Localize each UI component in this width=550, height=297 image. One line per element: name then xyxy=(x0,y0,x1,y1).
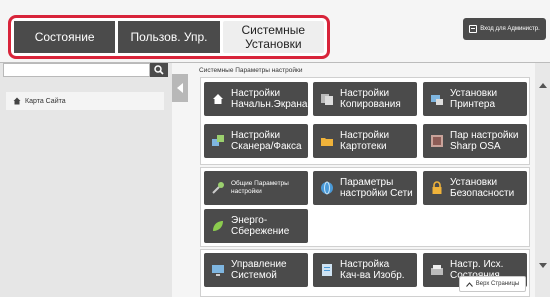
sharp-osa-settings-button[interactable]: Пар настройки Sharp OSA xyxy=(423,124,527,158)
home-icon xyxy=(13,97,21,105)
tab-status[interactable]: Состояние xyxy=(14,21,116,53)
printer-icon xyxy=(431,95,443,105)
printer-settings-label: Установки Принтера xyxy=(450,88,498,110)
document-filing-settings-button[interactable]: Настройки Картотеки xyxy=(313,124,417,158)
settings-group-functions: Настройки Начальн.Экрана Настройки Копир… xyxy=(200,77,530,165)
energy-saving-button[interactable]: Энерго- Сбережение xyxy=(204,209,308,243)
reset-icon xyxy=(431,265,443,275)
tab-system-settings[interactable]: Системные Установки xyxy=(222,21,324,53)
chevron-up-icon xyxy=(465,281,473,287)
tools-icon xyxy=(212,182,224,194)
main-tab-bar: Состояние Пользов. Упр. Системные Устано… xyxy=(8,15,330,59)
vertical-scrollbar[interactable] xyxy=(535,63,550,297)
scroll-up-icon[interactable] xyxy=(539,83,547,88)
printer-settings-button[interactable]: Установки Принтера xyxy=(423,82,527,116)
energy-saving-label: Энерго- Сбережение xyxy=(231,215,290,237)
settings-group-general: Общие Параметры настройки Параметры наст… xyxy=(200,167,530,247)
sidebar-item-sitemap[interactable]: Карта Сайта xyxy=(6,92,164,110)
copy-settings-label: Настройки Копирования xyxy=(340,88,401,110)
security-settings-button[interactable]: Установки Безопасности xyxy=(423,171,527,205)
tab-user-control[interactable]: Пользов. Упр. xyxy=(118,21,220,53)
security-settings-label: Установки Безопасности xyxy=(450,177,515,199)
login-icon xyxy=(469,25,478,33)
sharp-osa-settings-label: Пар настройки Sharp OSA xyxy=(450,130,519,152)
top-of-page-label: Верх Страницы xyxy=(475,281,520,287)
system-control-button[interactable]: Управление Системой xyxy=(204,253,308,287)
copy-icon xyxy=(321,94,333,105)
common-settings-label: Общие Параметры настройки xyxy=(231,180,289,195)
globe-icon xyxy=(321,181,333,195)
document-icon xyxy=(322,264,332,276)
osa-icon xyxy=(431,135,443,147)
home-screen-settings-button[interactable]: Настройки Начальн.Экрана xyxy=(204,82,308,116)
system-control-label: Управление Системой xyxy=(231,259,287,281)
sidebar: Карта Сайта xyxy=(0,63,172,297)
network-settings-label: Параметры настройки Сети xyxy=(340,177,413,199)
network-settings-button[interactable]: Параметры настройки Сети xyxy=(313,171,417,205)
lock-icon xyxy=(432,181,442,194)
folder-icon xyxy=(321,138,333,146)
admin-login-button[interactable]: Вход для Администр. xyxy=(463,18,546,40)
monitor-icon xyxy=(212,265,224,276)
scanner-fax-settings-label: Настройки Сканера/Факса xyxy=(231,130,302,152)
top-of-page-button[interactable]: Верх Страницы xyxy=(459,276,526,292)
copy-settings-button[interactable]: Настройки Копирования xyxy=(313,82,417,116)
image-quality-button[interactable]: Настройка Кач-ва Изобр. xyxy=(313,253,417,287)
leaf-icon xyxy=(213,221,223,231)
home-icon xyxy=(213,94,223,104)
chevron-left-icon xyxy=(177,83,183,93)
admin-login-label: Вход для Администр. xyxy=(480,26,540,32)
section-title: Системные Параметры настройки xyxy=(199,67,303,74)
scroll-down-icon[interactable] xyxy=(539,263,547,268)
sidebar-collapse-handle[interactable] xyxy=(172,74,188,102)
common-settings-button[interactable]: Общие Параметры настройки xyxy=(204,171,308,205)
main-panel: Системные Параметры настройки Настройки … xyxy=(190,63,534,297)
image-quality-label: Настройка Кач-ва Изобр. xyxy=(340,259,405,281)
search-button[interactable] xyxy=(150,63,168,77)
search-input[interactable] xyxy=(3,63,150,77)
scanner-fax-settings-button[interactable]: Настройки Сканера/Факса xyxy=(204,124,308,158)
home-screen-settings-label: Настройки Начальн.Экрана xyxy=(231,88,308,110)
search-icon xyxy=(154,65,164,75)
sidebar-item-label: Карта Сайта xyxy=(25,97,66,105)
scanner-fax-icon xyxy=(212,135,224,146)
document-filing-settings-label: Настройки Картотеки xyxy=(340,130,390,152)
